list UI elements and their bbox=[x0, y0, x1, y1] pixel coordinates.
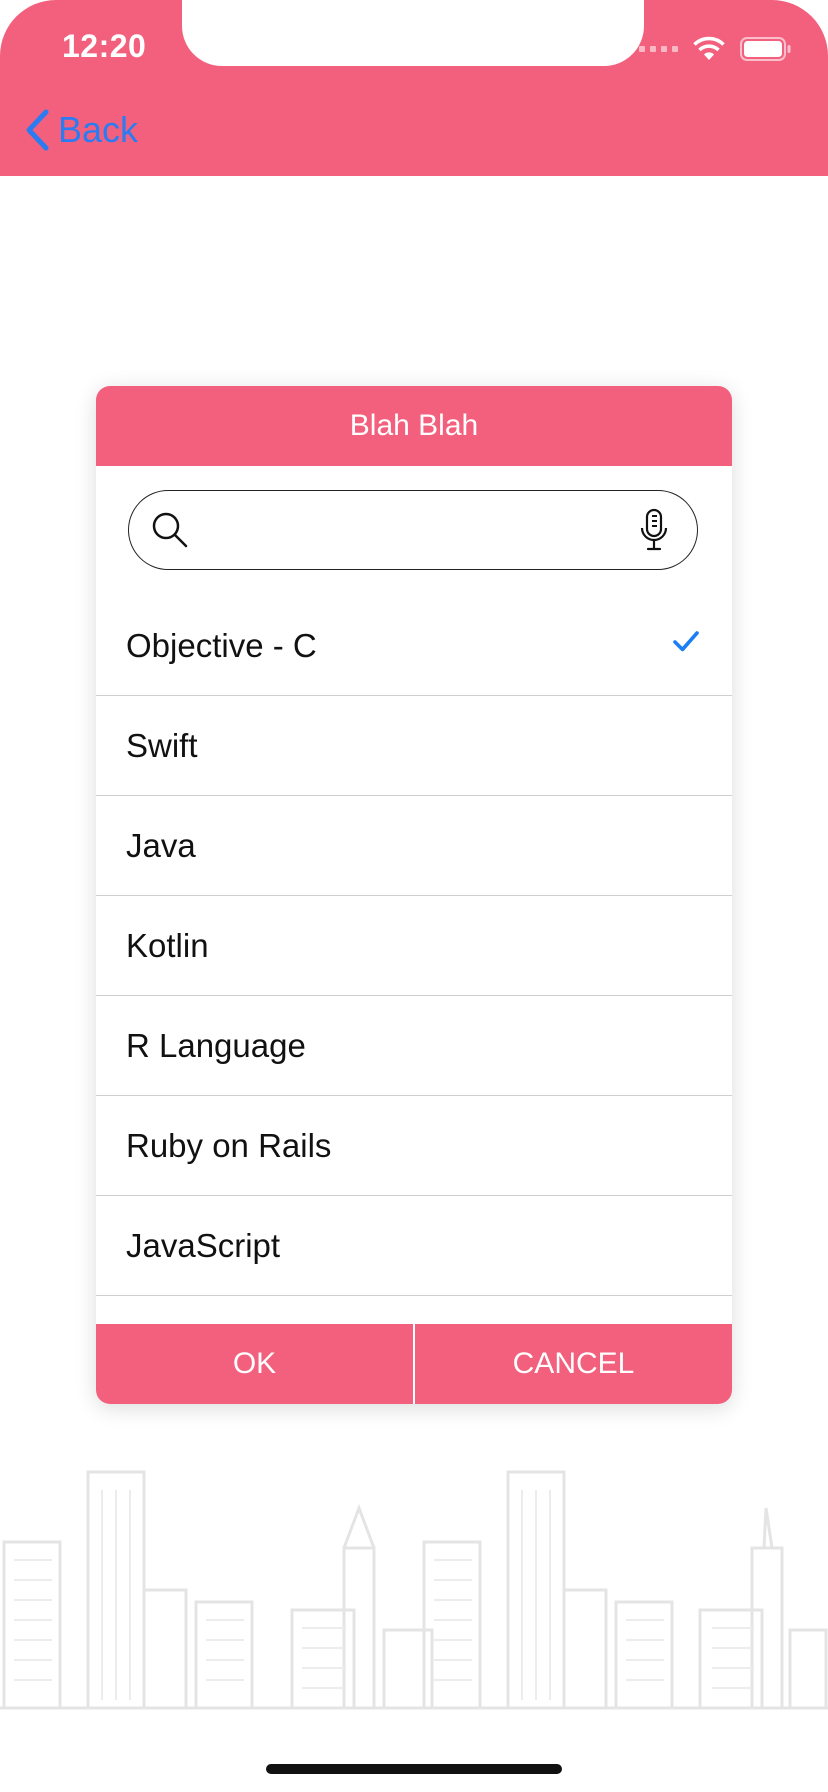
dialog-title: Blah Blah bbox=[96, 386, 732, 466]
list-item-label: Ruby on Rails bbox=[126, 1126, 332, 1164]
list-item[interactable]: Ruby on Rails bbox=[96, 1096, 732, 1196]
device-notch bbox=[182, 0, 644, 66]
search-input[interactable] bbox=[201, 512, 627, 548]
back-chevron-icon bbox=[26, 109, 49, 151]
search-icon bbox=[152, 512, 188, 548]
cancel-button[interactable]: CANCEL bbox=[415, 1324, 732, 1404]
back-label: Back bbox=[58, 109, 139, 150]
navigation-header: 12:20 Back bbox=[0, 0, 828, 176]
list-item[interactable]: Java bbox=[96, 796, 732, 896]
list-item-label: Kotlin bbox=[126, 926, 209, 964]
microphone-icon[interactable] bbox=[639, 508, 669, 552]
back-button[interactable]: Back bbox=[24, 108, 138, 152]
option-list[interactable]: Objective - C Swift Java Kotlin R Langua… bbox=[96, 596, 732, 1326]
list-item[interactable]: Swift bbox=[96, 696, 732, 796]
battery-icon bbox=[740, 37, 791, 61]
list-item[interactable]: JavaScript bbox=[96, 1196, 732, 1296]
list-item[interactable] bbox=[96, 1296, 732, 1326]
list-item-label: Swift bbox=[126, 726, 198, 764]
wifi-icon bbox=[693, 36, 725, 60]
home-indicator[interactable] bbox=[266, 1764, 562, 1774]
dialog-button-bar: OK CANCEL bbox=[96, 1324, 732, 1404]
list-item-label: JavaScript bbox=[126, 1226, 281, 1264]
signal-icon bbox=[639, 46, 678, 52]
city-skyline-illustration bbox=[0, 1470, 828, 1710]
list-item-label: Objective - C bbox=[126, 626, 317, 664]
checkmark-icon bbox=[673, 631, 699, 652]
search-bar[interactable] bbox=[128, 490, 698, 570]
selection-dialog: Blah Blah Objective - C Swift Java Kotli bbox=[96, 386, 732, 1404]
status-icons bbox=[639, 36, 792, 62]
list-item-label: Java bbox=[126, 826, 196, 864]
list-item[interactable]: R Language bbox=[96, 996, 732, 1096]
list-item-label: R Language bbox=[126, 1026, 306, 1064]
status-time: 12:20 bbox=[62, 28, 147, 64]
list-item[interactable]: Objective - C bbox=[96, 596, 732, 696]
list-item[interactable]: Kotlin bbox=[96, 896, 732, 996]
ok-button[interactable]: OK bbox=[96, 1324, 415, 1404]
